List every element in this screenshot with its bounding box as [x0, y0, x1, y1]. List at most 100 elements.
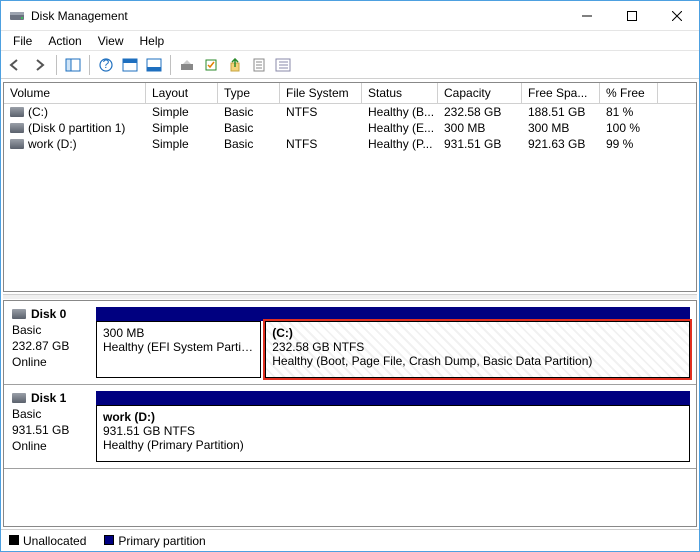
- volume-row[interactable]: work (D:) SimpleBasicNTFSHealthy (P...931…: [4, 136, 696, 152]
- partition-size: 232.58 GB NTFS: [272, 340, 683, 354]
- view-top-button[interactable]: [119, 54, 141, 76]
- toolbar: ?: [1, 51, 699, 79]
- properties-button[interactable]: [248, 54, 270, 76]
- volume-status: Healthy (P...: [362, 136, 438, 152]
- toolbar-separator: [56, 55, 57, 75]
- volume-name: work (D:): [28, 137, 77, 151]
- col-type[interactable]: Type: [218, 83, 280, 103]
- toolbar-separator: [89, 55, 90, 75]
- refresh-button[interactable]: [200, 54, 222, 76]
- volume-pctfree: 99 %: [600, 136, 658, 152]
- volume-name: (Disk 0 partition 1): [28, 121, 125, 135]
- legend-unallocated: Unallocated: [9, 534, 86, 548]
- volume-free: 300 MB: [522, 120, 600, 136]
- partition-title: work (D:): [103, 410, 683, 424]
- disk-bar: work (D:)931.51 GB NTFSHealthy (Primary …: [96, 391, 690, 462]
- view-bottom-button[interactable]: [143, 54, 165, 76]
- partition[interactable]: 300 MBHealthy (EFI System Partition): [96, 321, 261, 378]
- legend-unallocated-label: Unallocated: [23, 534, 86, 548]
- action-1-button[interactable]: [224, 54, 246, 76]
- svg-text:?: ?: [103, 58, 110, 71]
- col-capacity[interactable]: Capacity: [438, 83, 522, 103]
- disk-name: Disk 0: [31, 307, 66, 321]
- disk-kind: Basic: [12, 323, 88, 337]
- action-2-button[interactable]: [272, 54, 294, 76]
- volume-free: 921.63 GB: [522, 136, 600, 152]
- col-freespace[interactable]: Free Spa...: [522, 83, 600, 103]
- partition-size: 931.51 GB NTFS: [103, 424, 683, 438]
- close-button[interactable]: [654, 1, 699, 30]
- disk-block: Disk 1Basic931.51 GBOnlinework (D:)931.5…: [4, 385, 696, 469]
- volume-pctfree: 100 %: [600, 120, 658, 136]
- partition[interactable]: (C:)232.58 GB NTFSHealthy (Boot, Page Fi…: [265, 321, 690, 378]
- partition-size: 300 MB: [103, 326, 254, 340]
- volume-name: (C:): [28, 105, 48, 119]
- menu-action[interactable]: Action: [40, 32, 89, 50]
- partition[interactable]: work (D:)931.51 GB NTFSHealthy (Primary …: [96, 405, 690, 462]
- legend-primary-label: Primary partition: [118, 534, 205, 548]
- back-button[interactable]: [5, 54, 27, 76]
- window-title: Disk Management: [31, 9, 128, 23]
- volume-fs: NTFS: [280, 104, 362, 120]
- partition-status: Healthy (Primary Partition): [103, 438, 683, 452]
- disk-icon: [12, 393, 26, 403]
- volume-layout: Simple: [146, 104, 218, 120]
- volume-pctfree: 81 %: [600, 104, 658, 120]
- legend-primary: Primary partition: [104, 534, 205, 548]
- titlebar: Disk Management: [1, 1, 699, 31]
- app-icon: [9, 8, 25, 24]
- disk-label[interactable]: Disk 0Basic232.87 GBOnline: [4, 301, 96, 384]
- menubar: File Action View Help: [1, 31, 699, 51]
- disk-stripe: [96, 307, 690, 321]
- partition-status: Healthy (EFI System Partition): [103, 340, 254, 354]
- forward-button[interactable]: [29, 54, 51, 76]
- menu-view[interactable]: View: [90, 32, 132, 50]
- disk-block: Disk 0Basic232.87 GBOnline300 MBHealthy …: [4, 301, 696, 385]
- menu-help[interactable]: Help: [132, 32, 173, 50]
- content-area: Volume Layout Type File System Status Ca…: [1, 79, 699, 529]
- disk-management-window: Disk Management File Action View Help ?: [0, 0, 700, 552]
- volume-capacity: 300 MB: [438, 120, 522, 136]
- minimize-button[interactable]: [564, 1, 609, 30]
- disk-stripe: [96, 391, 690, 405]
- partition-status: Healthy (Boot, Page File, Crash Dump, Ba…: [272, 354, 683, 368]
- volume-icon: [10, 139, 24, 149]
- swatch-primary-icon: [104, 535, 114, 545]
- volume-icon: [10, 107, 24, 117]
- col-filesystem[interactable]: File System: [280, 83, 362, 103]
- col-extra[interactable]: [658, 83, 696, 103]
- partition-title: (C:): [272, 326, 683, 340]
- volume-row[interactable]: (C:)SimpleBasicNTFSHealthy (B...232.58 G…: [4, 104, 696, 120]
- volume-icon: [10, 123, 24, 133]
- volume-type: Basic: [218, 136, 280, 152]
- volume-list-pane: Volume Layout Type File System Status Ca…: [3, 82, 697, 292]
- volume-capacity: 232.58 GB: [438, 104, 522, 120]
- volume-layout: Simple: [146, 136, 218, 152]
- volume-type: Basic: [218, 120, 280, 136]
- disk-size: 232.87 GB: [12, 339, 88, 353]
- volume-capacity: 931.51 GB: [438, 136, 522, 152]
- volume-fs: NTFS: [280, 136, 362, 152]
- swatch-unallocated-icon: [9, 535, 19, 545]
- volume-row[interactable]: (Disk 0 partition 1)SimpleBasicHealthy (…: [4, 120, 696, 136]
- partitions: work (D:)931.51 GB NTFSHealthy (Primary …: [96, 405, 690, 462]
- menu-file[interactable]: File: [5, 32, 40, 50]
- help-button[interactable]: ?: [95, 54, 117, 76]
- col-layout[interactable]: Layout: [146, 83, 218, 103]
- col-volume[interactable]: Volume: [4, 83, 146, 103]
- volume-rows: (C:) SimpleBasicNTFSHealthy (B...232.58 G…: [4, 104, 696, 291]
- show-hide-tree-button[interactable]: [62, 54, 84, 76]
- disk-size: 931.51 GB: [12, 423, 88, 437]
- col-pctfree[interactable]: % Free: [600, 83, 658, 103]
- volume-list-header: Volume Layout Type File System Status Ca…: [4, 83, 696, 104]
- toolbar-separator: [170, 55, 171, 75]
- legend-bar: Unallocated Primary partition: [1, 529, 699, 551]
- settings-button[interactable]: [176, 54, 198, 76]
- col-status[interactable]: Status: [362, 83, 438, 103]
- disk-name: Disk 1: [31, 391, 66, 405]
- maximize-button[interactable]: [609, 1, 654, 30]
- disk-kind: Basic: [12, 407, 88, 421]
- volume-status: Healthy (B...: [362, 104, 438, 120]
- volume-layout: Simple: [146, 120, 218, 136]
- disk-label[interactable]: Disk 1Basic931.51 GBOnline: [4, 385, 96, 468]
